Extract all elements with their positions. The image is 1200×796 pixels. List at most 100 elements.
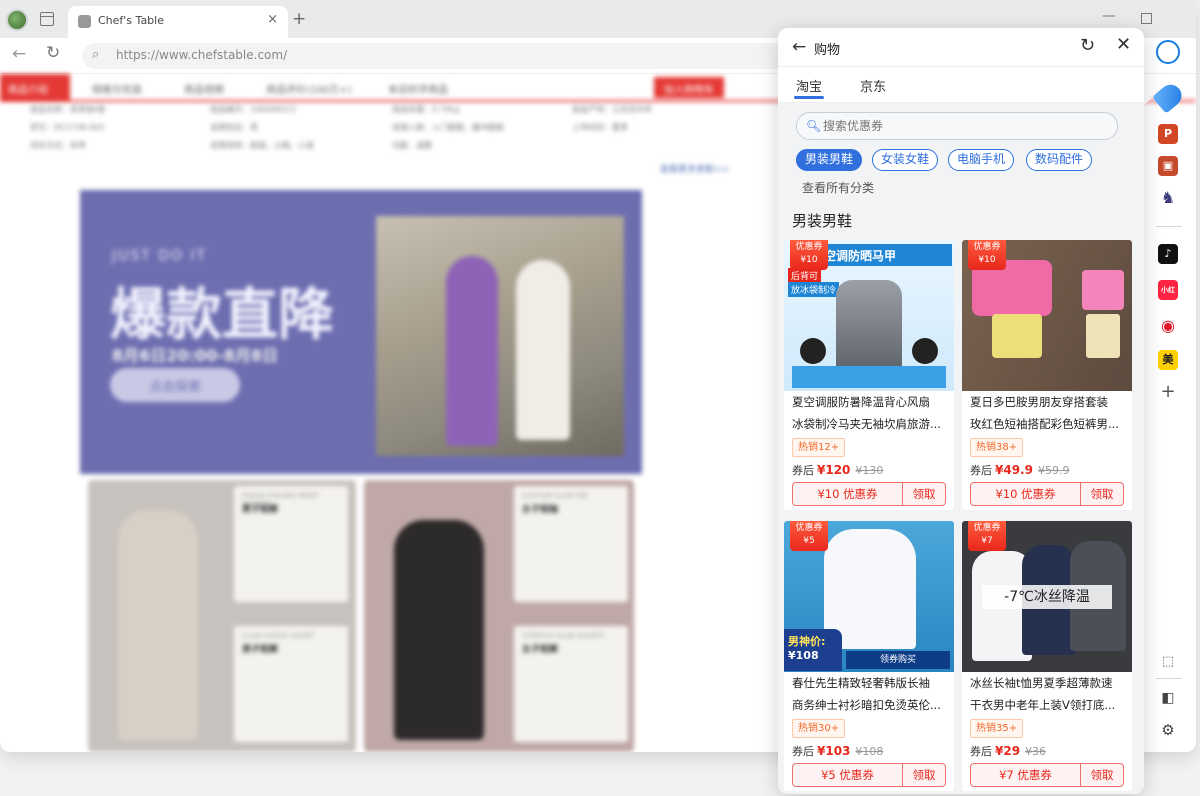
claim-button[interactable]: 领取 (903, 483, 945, 505)
back-arrow-icon[interactable]: ← (792, 37, 806, 57)
nav-good-products[interactable]: 本店好评商品 (388, 81, 448, 96)
spec-cell: 适用人群：入门跑鞋，缓冲跑鞋 (392, 123, 504, 132)
mini-card[interactable]: CUSTOM SLUB TEE 女子短袖 (514, 486, 628, 602)
search-input[interactable] (823, 117, 1103, 135)
tiktok-icon[interactable]: ♪ (1158, 244, 1178, 264)
search-icon: 🔍︎ (806, 119, 822, 133)
address-url: https://www.chefstable.com/ (116, 48, 288, 62)
price-row: 券后 ¥120 ¥130 (792, 463, 884, 477)
product-card[interactable]: -7℃冰丝降温 优惠券 ¥7 冰丝长袖t恤男夏季超薄款速 干衣男中老年上装V领打底… (962, 521, 1132, 791)
product-card[interactable]: 空调防晒马甲 后背可 放冰袋制冷 优惠券 ¥10 夏空调服防暑降温背心风扇 冰袋制… (784, 240, 954, 510)
banner-explore-button[interactable]: 点击探索 (110, 368, 240, 402)
sidebar-rail: P ▣ ♞ ♪ 小红书 ◉ 美 + ⬚ ◧ ⚙ (1146, 30, 1194, 750)
tab-taobao[interactable]: 淘宝 (796, 76, 822, 95)
coupon-search[interactable]: 🔍︎ (796, 112, 1118, 140)
sales-badge: 热销12+ (792, 438, 846, 457)
all-categories-link[interactable]: 查看所有分类 (802, 179, 874, 196)
claim-button[interactable]: 领取 (903, 764, 945, 786)
spec-cell: 商品编号：100006523 (210, 105, 296, 114)
reload-icon[interactable]: ↻ (46, 43, 60, 63)
sales-badge: 热销38+ (970, 438, 1024, 457)
spec-cell: 商品名称：某男装t恤 (30, 105, 106, 114)
product-title: 春仕先生精致轻奢韩版长袖 (792, 676, 930, 690)
product-title: 夏空调服防暑降温背心风扇 (792, 395, 930, 409)
coupon-amount[interactable]: ¥10 优惠券 (793, 483, 903, 505)
nav-specs[interactable]: 规格与包装 (92, 81, 142, 96)
nav-reviews[interactable]: 商品评价(100万+) (266, 81, 351, 96)
price-row: 券后 ¥29 ¥36 (970, 744, 1047, 758)
coupon-amount[interactable]: ¥10 优惠券 (971, 483, 1081, 505)
chip-accessories[interactable]: 数码配件 (1026, 149, 1092, 171)
close-icon[interactable]: ✕ (1116, 34, 1131, 55)
active-tab-indicator (794, 96, 824, 99)
nav-product-intro[interactable]: 商品介绍 (0, 74, 70, 100)
chess-icon[interactable]: ♞ (1158, 188, 1178, 208)
spec-cell: 闭合方式：系带 (30, 141, 86, 150)
screenshot-icon[interactable]: ⬚ (1158, 652, 1178, 672)
product-card[interactable]: 优惠券 ¥10 夏日多巴胺男朋友穿搭套装 玫红色短袖搭配彩色短裤男... 热销38… (962, 240, 1132, 510)
mini-card[interactable]: STRETCH SLUB SHORTS 女子短裤 (514, 626, 628, 742)
spec-cell: 商品毛重：0.70kg (392, 105, 460, 114)
product-title: 干衣男中老年上装V领打底... (970, 698, 1116, 712)
shopping-panel: ← 购物 ↻ ✕ 淘宝 京东 🔍︎ 男装男鞋 女装女鞋 电脑手机 数码配件 查看… (778, 28, 1144, 794)
coupon-amount[interactable]: ¥7 优惠券 (971, 764, 1081, 786)
tab-actions-icon[interactable] (40, 12, 54, 26)
panel-content: 🔍︎ 男装男鞋 女装女鞋 电脑手机 数码配件 查看所有分类 男装男鞋 空调防晒马… (778, 103, 1144, 794)
mini-card[interactable]: CLUB CARGO SHORT 男子短裤 (234, 626, 348, 742)
toolbox-icon[interactable]: ▣ (1158, 156, 1178, 176)
coupon-button[interactable]: ¥10 优惠券 领取 (792, 482, 946, 506)
spec-cell: 上市时间：夏季 (572, 123, 628, 132)
product-card[interactable]: 男神价: ¥108 领券购买 优惠券 ¥5 春仕先生精致轻奢韩版长袖 商务绅士衬衫… (784, 521, 954, 791)
spec-cell: 适用性别：男 (210, 123, 258, 132)
shopping-tag-icon[interactable] (1151, 80, 1187, 114)
product-title: 冰袋制冷马夹无袖坎肩旅游... (792, 417, 941, 431)
chip-mens[interactable]: 男装男鞋 (796, 149, 862, 171)
add-to-cart-button[interactable]: 加入购物车 (654, 77, 724, 98)
spec-cell: 功能：减震 (392, 141, 432, 150)
banner-subtitle: JUST DO IT (112, 248, 208, 264)
minimize-icon[interactable]: — (1102, 8, 1116, 24)
banner-photo (376, 216, 624, 456)
tab-chefs-table[interactable]: Chef's Table × (68, 6, 288, 38)
product-card-men[interactable]: FRESH COLORS PRINT SHORTS 男子短裤 CLUB CARG… (88, 480, 356, 752)
back-arrow-icon[interactable]: ← (12, 44, 26, 64)
add-icon[interactable]: + (1158, 382, 1178, 402)
sidebar-toggle-icon[interactable]: ◧ (1158, 688, 1178, 708)
section-title: 男装男鞋 (792, 212, 853, 230)
mini-card[interactable]: FRESH COLORS PRINT SHORTS 男子短裤 (234, 486, 348, 602)
price-row: 券后 ¥103 ¥108 (792, 744, 884, 758)
nav-video[interactable]: 商品视频 (184, 81, 224, 96)
coupon-amount[interactable]: ¥5 优惠券 (793, 764, 903, 786)
maximize-icon[interactable] (1141, 13, 1152, 24)
xiaohongshu-icon[interactable]: 小红书 (1158, 280, 1178, 314)
coupon-button[interactable]: ¥10 优惠券 领取 (970, 482, 1124, 506)
banner-date: 8月6日20:00-8月8日 (112, 346, 279, 365)
search-icon: ⌕ (92, 47, 100, 62)
claim-button[interactable]: 领取 (1081, 483, 1123, 505)
coupon-badge: 优惠券 ¥10 (790, 240, 828, 270)
profile-avatar[interactable] (6, 9, 28, 31)
product-title: 冰丝长袖t恤男夏季超薄款速 (970, 676, 1113, 690)
tab-jd[interactable]: 京东 (860, 76, 886, 95)
refresh-icon[interactable]: ↻ (1080, 35, 1095, 56)
claim-button[interactable]: 领取 (1081, 764, 1123, 786)
settings-icon[interactable]: ⚙ (1158, 720, 1178, 740)
favicon-icon (78, 15, 91, 28)
more-specs-link[interactable]: 查看更多参数>> (660, 162, 729, 175)
tab-close-icon[interactable]: × (267, 12, 278, 27)
coupon-button[interactable]: ¥7 优惠券 领取 (970, 763, 1124, 787)
new-tab-icon[interactable]: + (292, 9, 306, 29)
coupon-button[interactable]: ¥5 优惠券 领取 (792, 763, 946, 787)
powerpoint-icon[interactable]: P (1158, 124, 1178, 144)
edge-copilot-icon[interactable] (1156, 40, 1180, 64)
chip-computers[interactable]: 电脑手机 (948, 149, 1014, 171)
chip-womens[interactable]: 女装女鞋 (872, 149, 938, 171)
product-title: 商务绅士衬衫暗扣免烫英伦... (792, 698, 941, 712)
product-card-women[interactable]: CUSTOM SLUB TEE 女子短袖 STRETCH SLUB SHORTS… (364, 480, 634, 752)
product-title: 夏日多巴胺男朋友穿搭套装 (970, 395, 1108, 409)
meituan-icon[interactable]: 美 (1158, 350, 1178, 370)
promo-banner[interactable]: JUST DO IT 爆款直降 8月6日20:00-8月8日 点击探索 (80, 190, 642, 474)
coupon-badge: 优惠券 ¥7 (968, 521, 1006, 551)
weibo-icon[interactable]: ◉ (1158, 316, 1178, 336)
banner-title: 爆款直降 (110, 283, 334, 348)
